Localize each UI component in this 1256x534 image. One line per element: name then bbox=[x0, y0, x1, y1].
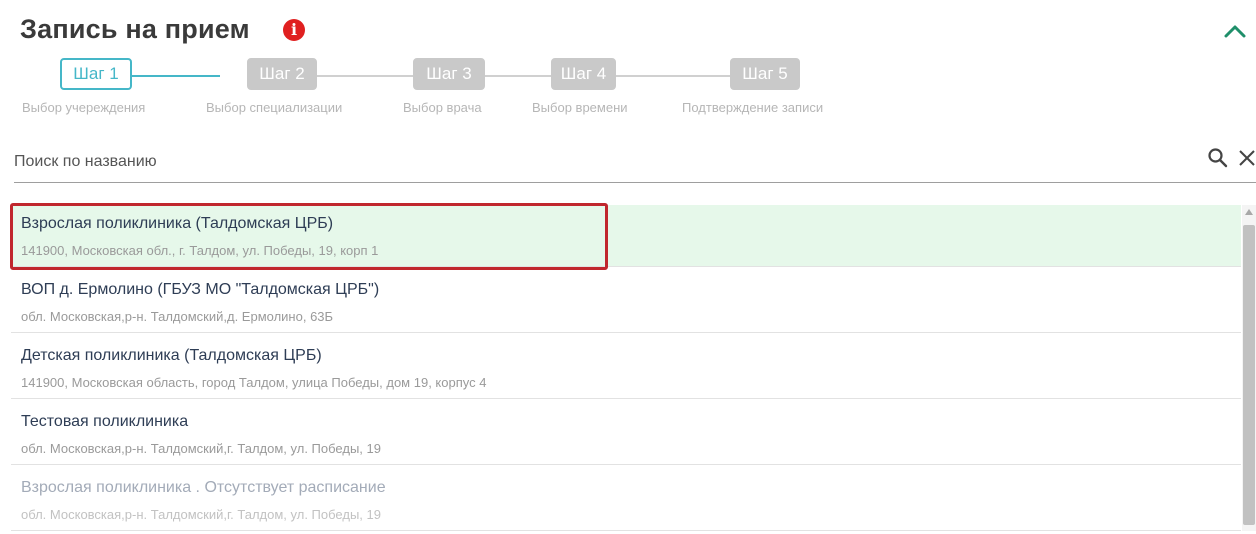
close-icon[interactable] bbox=[1236, 146, 1256, 170]
step-connector bbox=[132, 75, 220, 77]
facility-name: Взрослая поликлиника . Отсутствует распи… bbox=[21, 479, 386, 496]
step-5[interactable]: Шаг 5 bbox=[730, 58, 800, 90]
info-icon[interactable]: i bbox=[283, 19, 305, 41]
facility-address: 141900, Московская обл., г. Талдом, ул. … bbox=[21, 243, 379, 258]
search-input[interactable] bbox=[14, 148, 1194, 176]
facility-name: ВОП д. Ермолино (ГБУЗ МО "Талдомская ЦРБ… bbox=[21, 281, 380, 298]
step-1[interactable]: Шаг 1 bbox=[60, 58, 132, 90]
step-4-caption: Выбор времени bbox=[532, 100, 628, 115]
facility-name: Тестовая поликлиника bbox=[21, 413, 189, 430]
step-connector bbox=[485, 75, 551, 77]
list-item-facility[interactable]: Детская поликлиника (Талдомская ЦРБ) 141… bbox=[11, 337, 1241, 399]
facility-address: обл. Московская,р-н. Талдомский,д. Ермол… bbox=[21, 309, 334, 324]
step-3[interactable]: Шаг 3 bbox=[413, 58, 485, 90]
chevron-up-icon[interactable] bbox=[1222, 20, 1248, 42]
page-title: Запись на прием bbox=[20, 14, 250, 44]
scrollbar-thumb[interactable] bbox=[1243, 225, 1255, 525]
facility-address: обл. Московская,р-н. Талдомский,г. Талдо… bbox=[21, 441, 381, 456]
step-4[interactable]: Шаг 4 bbox=[551, 58, 616, 90]
facility-name: Детская поликлиника (Талдомская ЦРБ) bbox=[21, 347, 322, 364]
step-1-caption: Выбор учереждения bbox=[22, 100, 146, 115]
facility-address: обл. Московская,р-н. Талдомский,г. Талдо… bbox=[21, 507, 381, 522]
step-3-caption: Выбор врача bbox=[403, 100, 482, 115]
list-item-facility-disabled: Взрослая поликлиника . Отсутствует распи… bbox=[11, 469, 1241, 531]
search-icon[interactable] bbox=[1206, 146, 1230, 170]
facility-name: Взрослая поликлиника (Талдомская ЦРБ) bbox=[21, 215, 334, 232]
step-connector bbox=[317, 75, 413, 77]
step-connector bbox=[616, 75, 730, 77]
step-5-caption: Подтверждение записи bbox=[682, 100, 824, 115]
list-item-facility[interactable]: Тестовая поликлиника обл. Московская,р-н… bbox=[11, 403, 1241, 465]
facility-address: 141900, Московская область, город Талдом… bbox=[21, 375, 487, 390]
step-2[interactable]: Шаг 2 bbox=[247, 58, 317, 90]
step-2-caption: Выбор специализации bbox=[206, 100, 343, 115]
facility-list: Взрослая поликлиника (Талдомская ЦРБ) 14… bbox=[11, 205, 1241, 531]
scroll-up-arrow-icon[interactable] bbox=[1245, 209, 1253, 215]
list-item-facility[interactable]: ВОП д. Ермолино (ГБУЗ МО "Талдомская ЦРБ… bbox=[11, 271, 1241, 333]
list-item-facility[interactable]: Взрослая поликлиника (Талдомская ЦРБ) 14… bbox=[11, 205, 1241, 267]
search-bar bbox=[14, 140, 1256, 183]
